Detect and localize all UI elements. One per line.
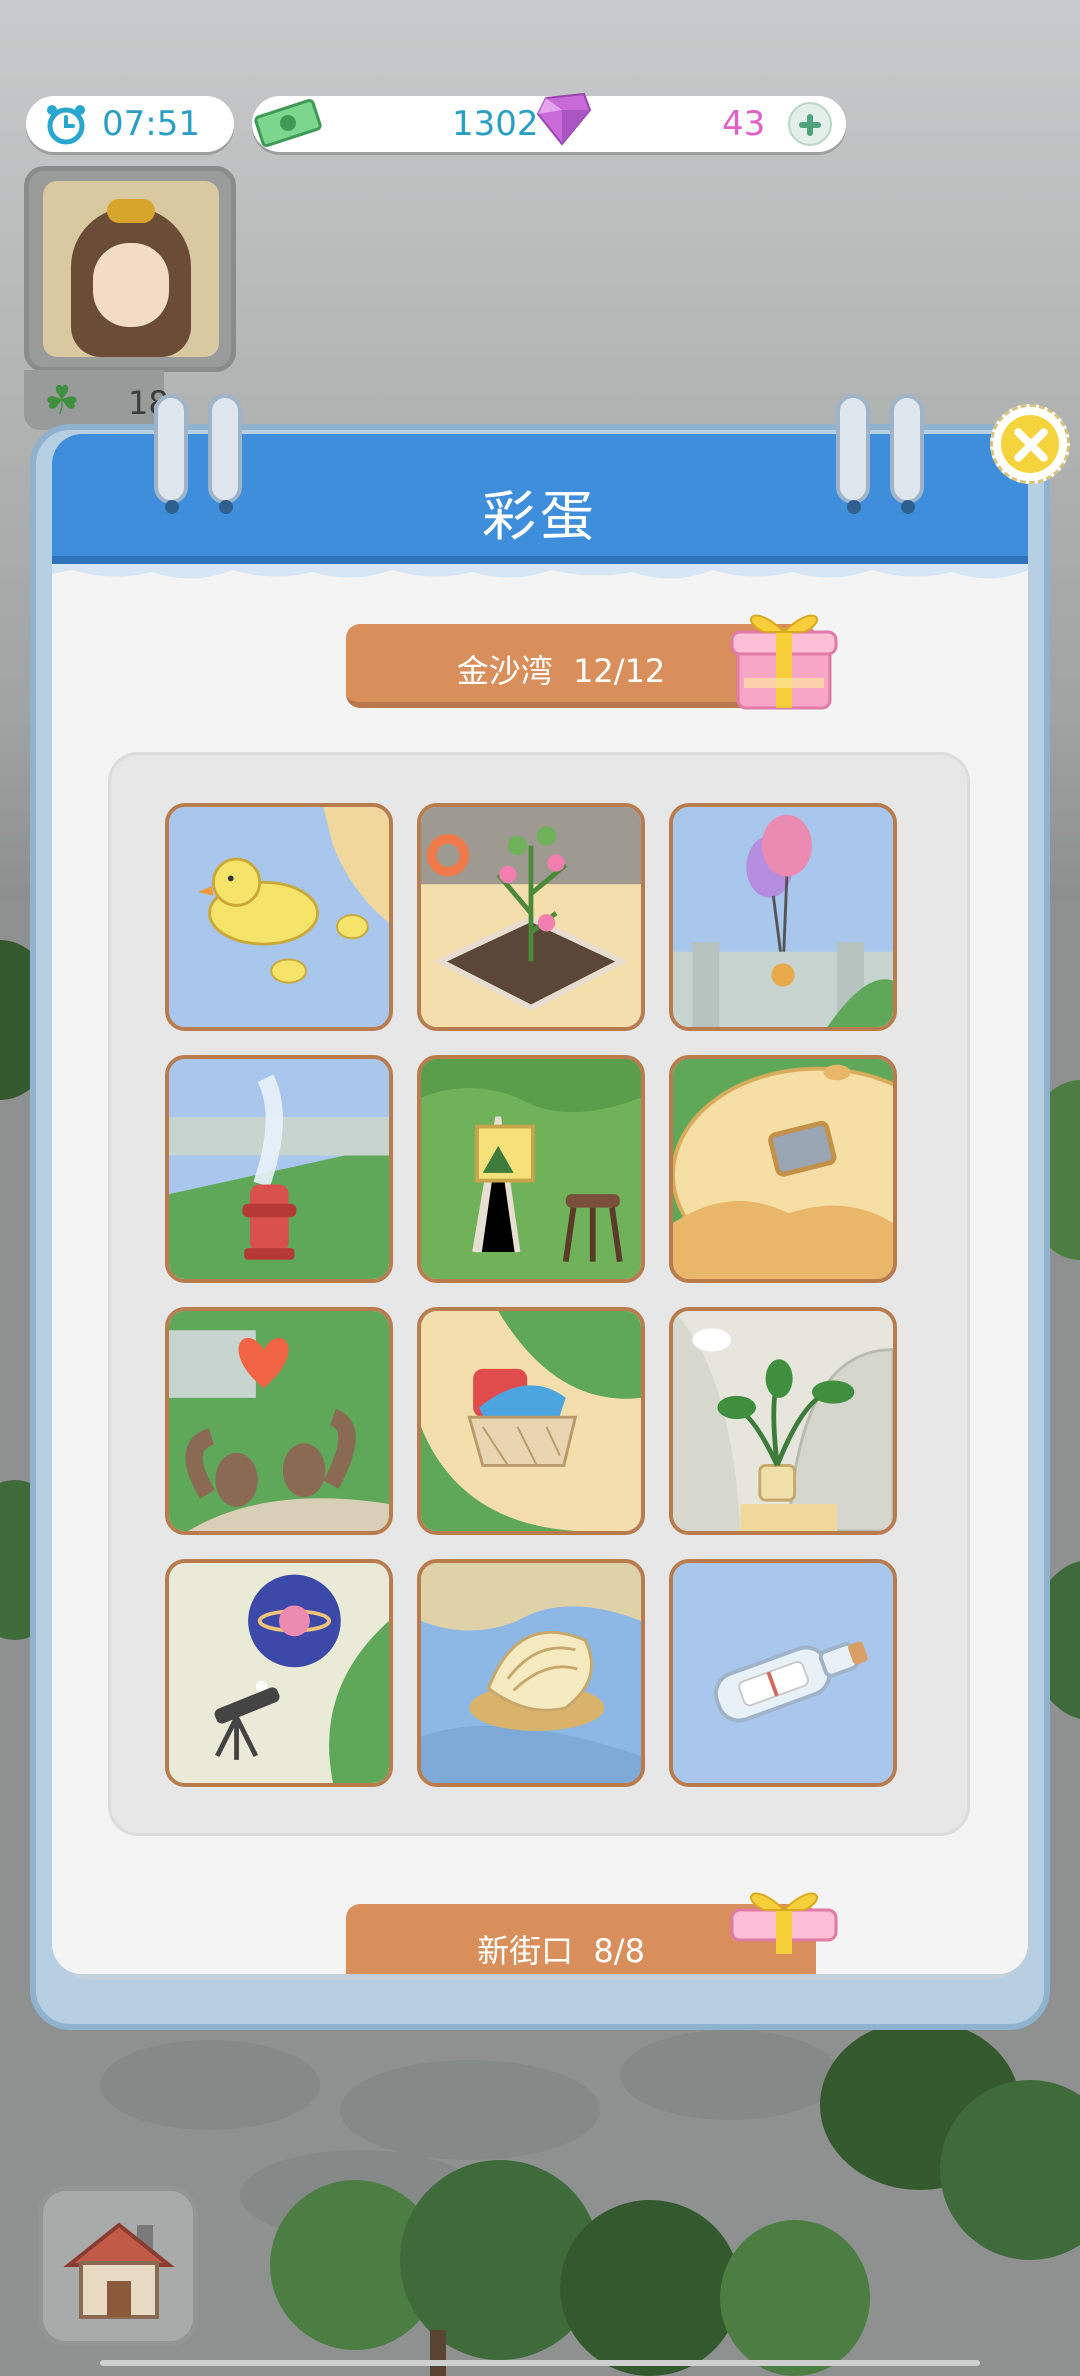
paving-stone [620,2030,840,2120]
avatar-portrait [43,181,219,357]
egg-tile-heart-flower-planter[interactable] [417,803,645,1031]
telescope-icon [169,1563,389,1783]
potted-plant-icon [673,1311,893,1531]
header-snow-edge [52,564,1028,579]
rubber-ducks-icon [169,807,389,1027]
section-name: 新街口 [477,1932,574,1970]
resource-bar: 1302 43 [252,92,846,152]
heart-flower-planter-icon [421,807,641,1027]
avatar-face [93,243,169,327]
diamond-icon [536,92,592,146]
home-icon [63,2222,175,2319]
section-name: 金沙湾 [456,652,553,690]
clover-icon: ☘ [44,378,80,424]
time-display: 07:51 [26,96,234,152]
balloons-icon [673,807,893,1027]
paving-stone [340,2060,600,2160]
egg-tile-message-bottle[interactable] [669,1559,897,1787]
egg-tile-basket[interactable] [417,1307,645,1535]
panel-title: 彩蛋 [482,485,598,548]
egg-tile-fire-hydrant[interactable] [165,1055,393,1283]
egg-tile-squirrels[interactable] [165,1307,393,1535]
avatar-bow [107,199,155,223]
egg-tile-dome-house[interactable] [669,1055,897,1283]
time-text: 07:51 [102,104,200,144]
close-icon [1001,415,1059,473]
tree-trunk [430,2330,446,2376]
close-button[interactable] [990,404,1070,484]
alarm-clock-icon [47,105,85,145]
basket-icon [421,1311,641,1531]
gift-box-icon[interactable] [724,1874,844,1954]
tree [720,2220,870,2376]
egg-tile-telescope[interactable] [165,1559,393,1787]
egg-tile-rubber-ducks[interactable] [165,803,393,1031]
clover-counter: ☘ 18 [24,370,169,430]
tree [560,2200,740,2376]
cash-icon [254,99,322,147]
gift-box-icon[interactable] [724,596,844,716]
section-progress: 8/8 [593,1932,645,1970]
section-label: 金沙湾 12/12 [346,646,776,692]
egg-tile-easel[interactable] [417,1055,645,1283]
egg-tile-balloons[interactable] [669,803,897,1031]
player-avatar[interactable] [24,166,236,372]
dome-house-icon [673,1059,893,1279]
squirrels-icon [169,1311,389,1531]
message-bottle-icon [673,1563,893,1783]
system-nav-bar [100,2360,980,2366]
paving-stone [100,2040,320,2130]
easel-icon [421,1059,641,1279]
binder-ring [836,394,870,514]
fire-hydrant-icon [169,1059,389,1279]
panel-header: 彩蛋 [52,434,1028,564]
add-gems-button[interactable] [788,102,832,146]
section-progress: 12/12 [573,652,666,690]
section-label: 新街口 8/8 [346,1926,776,1972]
gem-amount: 43 [722,104,766,144]
collection-grid [108,752,970,1836]
home-button[interactable] [38,2186,198,2346]
binder-ring [890,394,924,514]
egg-tile-potted-plant[interactable] [669,1307,897,1535]
seashell-icon [421,1563,641,1783]
binder-ring [154,394,188,514]
egg-tile-seashell[interactable] [417,1559,645,1787]
binder-ring [208,394,242,514]
